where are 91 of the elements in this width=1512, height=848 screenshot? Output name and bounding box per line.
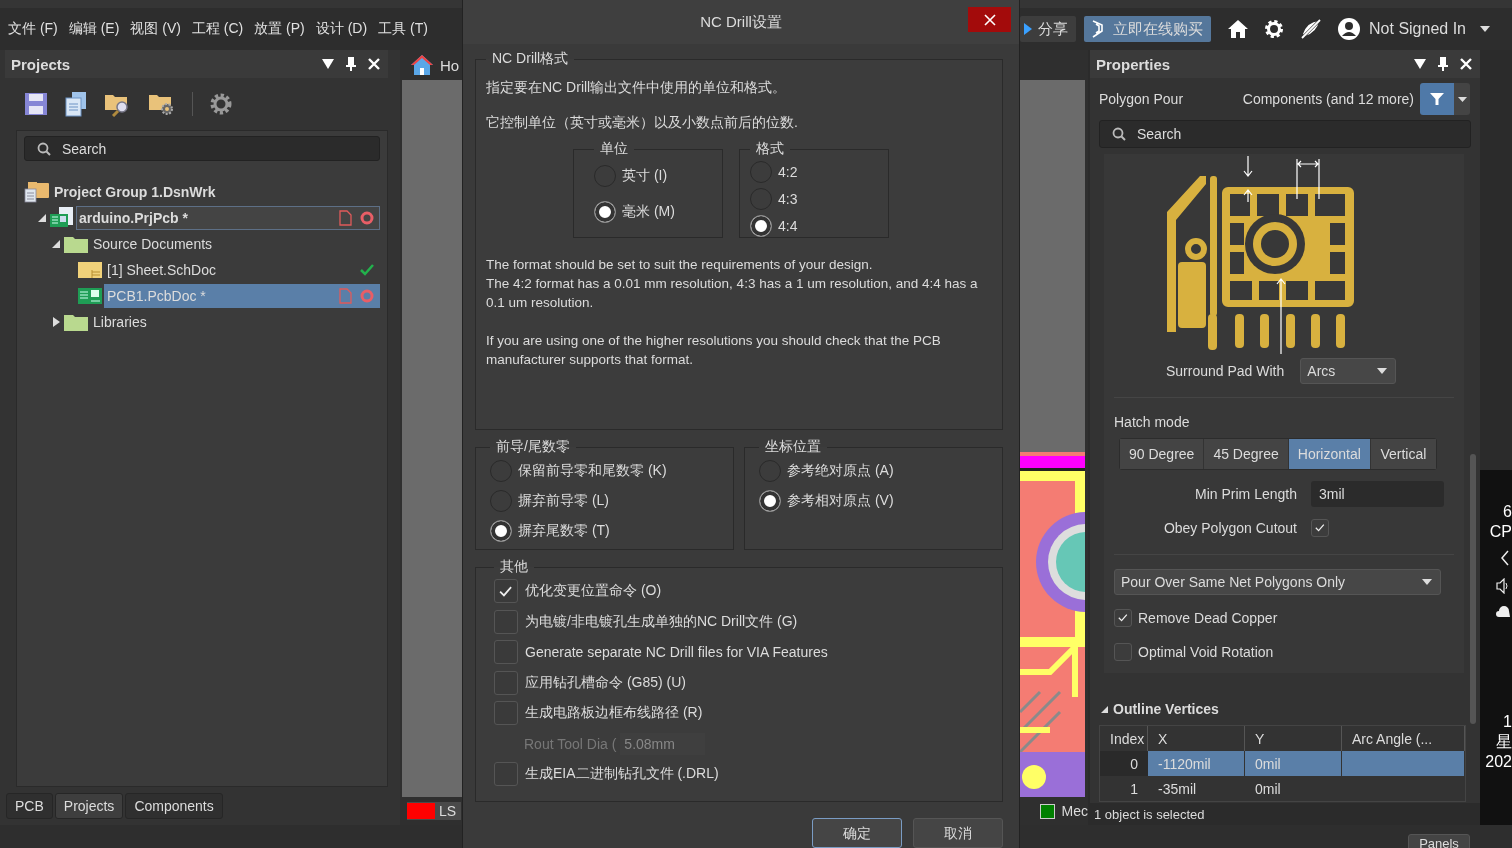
dialog-title: NC Drill设置 (700, 12, 782, 32)
table-cell: 0mil (1245, 751, 1342, 776)
panel-title: Projects (11, 55, 71, 73)
checkbox-label: 为电镀/非电镀孔生成单独的NC Drill文件 (G) (525, 612, 798, 631)
ok-button[interactable]: 确定 (812, 818, 902, 848)
option-label: 4:4 (778, 217, 798, 234)
min-prim-length-field[interactable]: 3mil (1311, 481, 1444, 507)
menu-item[interactable]: 工程 (C) (191, 20, 244, 38)
table-row[interactable]: 0 -1120mil 0mil (1100, 751, 1465, 776)
description-text: 指定要在NC Drill输出文件中使用的单位和格式。 (486, 79, 788, 97)
layer-label: Mec (1061, 803, 1088, 819)
panel-tab[interactable]: Projects (54, 793, 124, 819)
tree-item[interactable]: Source Documents (90, 232, 380, 256)
user-name[interactable]: Not Signed In (1369, 20, 1466, 38)
group-title: 单位 (599, 140, 629, 158)
field-label: Rout Tool Dia ( (524, 735, 617, 752)
search-field[interactable]: Search (1099, 120, 1471, 148)
option-label: 摒弃尾数零 (T) (518, 522, 610, 540)
hatch-mode-option[interactable]: 45 Degree (1204, 439, 1289, 469)
tree-item[interactable]: Libraries (90, 310, 380, 334)
section-label: Hatch mode (1114, 414, 1191, 430)
menu-item[interactable]: 编辑 (E) (68, 20, 120, 38)
table-cell-text: -35mil (1157, 779, 1198, 799)
table-row[interactable]: 1 -35mil 0mil (1100, 776, 1465, 801)
panel-title: Properties (1096, 55, 1171, 73)
object-type: Polygon Pour (1099, 91, 1184, 107)
group-title: 其他 (499, 558, 529, 576)
search-field[interactable]: Search (24, 136, 380, 161)
section-title: Outline Vertices (1113, 701, 1219, 717)
taskbar-text: 202 (1485, 752, 1512, 772)
description-text: The format should be set to suit the requirements of your design. The 4:2 format has a 0.01 mm resolution, 4:3 has a 1 um resolution, and 4:4 has a 0.1 um resolution. (486, 256, 979, 312)
cancel-button[interactable]: 取消 (913, 818, 1003, 848)
checkbox-label: Optimal Void Rotation (1138, 644, 1274, 660)
panel-tab[interactable]: Components (125, 793, 223, 819)
group-title: 前导/尾数零 (495, 438, 571, 456)
table-cell: -1120mil (1148, 751, 1245, 776)
menu-item[interactable]: 工具 (T) (378, 20, 428, 38)
document-tab[interactable]: Ho (410, 50, 460, 80)
hatch-mode-option[interactable]: 90 Degree (1120, 439, 1205, 469)
tree-item-label: Source Documents (93, 236, 214, 252)
tree-item[interactable]: Project Group 1.DsnWrk (51, 180, 380, 204)
menu-item[interactable]: 放置 (P) (254, 20, 305, 38)
option-label: 毫米 (M) (622, 203, 675, 221)
group-title: 坐标位置 (764, 438, 822, 456)
group-title: 格式 (755, 140, 785, 158)
checkbox-label: 生成电路板边框布线路径 (R) (525, 704, 703, 723)
hatch-mode-option[interactable]: Vertical (1370, 439, 1436, 469)
field-label: Min Prim Length (1194, 486, 1297, 502)
panels-button[interactable]: Panels (1408, 834, 1470, 848)
taskbar-text: 1 (1503, 712, 1512, 732)
tree-item-label: Libraries (93, 314, 148, 330)
checkbox-label: 应用钻孔槽命令 (G85) (U) (525, 673, 686, 692)
option-label: 参考绝对原点 (A) (787, 462, 894, 480)
tree-item[interactable]: arduino.PrjPcb * (76, 206, 380, 230)
menu-item[interactable]: 视图 (V) (130, 20, 181, 38)
menu-item[interactable]: 文件 (F) (8, 20, 58, 38)
checkbox-label: 生成EIA二进制钻孔文件 (.DRL) (525, 764, 719, 783)
taskbar-text: 6 (1503, 502, 1512, 522)
table-cell-text: 0mil (1254, 779, 1282, 799)
share-button[interactable]: 分享 (1020, 16, 1077, 42)
tree-item-label: Project Group 1.DsnWrk (54, 184, 217, 200)
description-text: 它控制单位（英寸或毫米）以及小数点前后的位数. (486, 114, 799, 132)
option-label: 4:2 (778, 163, 798, 180)
field-label: Obey Polygon Cutout (1162, 520, 1297, 536)
tree-item-label: PCB1.PcbDoc * (107, 288, 207, 304)
panel-tab[interactable]: PCB (6, 793, 53, 819)
tree-item-label: arduino.PrjPcb * (79, 210, 189, 226)
checkbox-label: Remove Dead Copper (1138, 610, 1278, 626)
option-label: 摒弃前导零 (L) (518, 492, 609, 510)
filter-summary: Components (and 12 more) (1242, 91, 1414, 107)
option-label: 参考相对原点 (V) (787, 492, 894, 510)
group-title: NC Drill格式 (491, 50, 570, 68)
pour-over-select[interactable]: Pour Over Same Net Polygons Only (1114, 569, 1441, 595)
table-cell: 0 (1100, 751, 1148, 776)
layer-tab[interactable]: LS (407, 802, 462, 820)
description-text: If you are using one of the higher resolutions you should check that the PCB manufacturer supports that format. (486, 332, 942, 369)
layer-label: LS (439, 803, 457, 819)
taskbar-text: 星 (1496, 732, 1512, 752)
tree-item-label: [1] Sheet.SchDoc (107, 262, 217, 278)
option-label: 4:3 (778, 190, 798, 207)
checkbox-label: Generate separate NC Drill files for VIA Features (525, 644, 828, 661)
layer-tab[interactable]: Mec (1040, 802, 1088, 820)
field-label: Surround Pad With (1166, 363, 1285, 379)
taskbar-text: CP (1489, 522, 1512, 542)
tree-item[interactable]: [1] Sheet.SchDoc (104, 258, 380, 282)
option-label: 英寸 (I) (622, 167, 668, 185)
menu-item[interactable]: 设计 (D) (315, 20, 368, 38)
option-label: 保留前导零和尾数零 (K) (518, 462, 667, 480)
table-cell-text: 1 (1129, 779, 1139, 799)
surround-select[interactable]: Arcs (1300, 358, 1397, 384)
checkbox-label: 优化变更位置命令 (O) (525, 582, 662, 601)
